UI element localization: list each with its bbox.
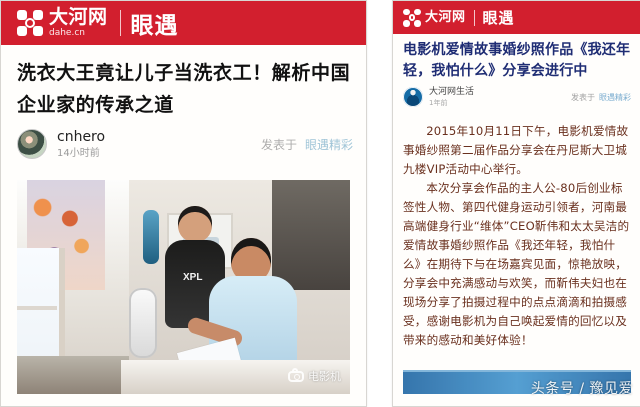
left-logo-icon — [17, 10, 43, 36]
right-author-meta: 大河网生活 1年前 — [429, 86, 475, 107]
right-article-card: 大河网 眼遇 电影机爱情故事婚纱照作品《我还年轻，我怕什么》分享会进行中 大河网… — [392, 0, 640, 407]
window-divider — [17, 306, 57, 310]
right-logo-icon — [403, 8, 421, 27]
left-author-name: cnhero — [57, 128, 106, 145]
left-author-time: 14小时前 — [57, 148, 100, 160]
left-column-name: 眼遇 — [130, 13, 179, 39]
left-brand-domain: dahe.cn — [49, 28, 85, 38]
left-hero-photo: XPL 电影机 — [17, 180, 350, 394]
right-publish-meta: 发表于 眼遇精彩 — [571, 92, 631, 103]
left-author-meta: cnhero 14小时前 — [57, 129, 105, 160]
right-brand-divider — [473, 9, 475, 26]
right-brand-text: 大河网 — [425, 11, 466, 24]
footer-watermark: 头条号 / 豫见爱 — [530, 381, 633, 397]
right-body-paragraph-2: 本次分享会作品的主人公-80后创业标签性人物、第四代健身运动引领者，河南最高端健… — [403, 181, 630, 347]
right-author-row: 大河网生活 1年前 发表于 眼遇精彩 — [403, 85, 631, 109]
left-publish-meta: 发表于 眼遇精彩 — [261, 136, 353, 153]
right-brand-name: 大河网 — [425, 10, 466, 25]
white-machine — [129, 288, 157, 358]
left-brand-text: 大河网 dahe.cn — [49, 8, 108, 38]
left-top-bar: 大河网 dahe.cn 眼遇 — [1, 1, 366, 45]
right-article-body: 2015年10月11日下午，电影机爱情故事婚纱照第二届作品分享会在丹尼斯大卫城九… — [403, 122, 631, 350]
left-photo-watermark: 电影机 — [288, 367, 341, 384]
left-article-title: 洗衣大王竟让儿子当洗衣工！解析中国企业家的传承之道 — [17, 62, 351, 116]
right-body-paragraph-1: 2015年10月11日下午，电影机爱情故事婚纱照第二届作品分享会在丹尼斯大卫城九… — [403, 124, 629, 176]
left-photo-watermark-text: 电影机 — [308, 370, 341, 383]
left-brand-group: 大河网 dahe.cn — [17, 8, 108, 38]
left-brand-name: 大河网 — [49, 6, 108, 28]
left-publish-link[interactable]: 眼遇精彩 — [305, 136, 353, 153]
left-author-row: cnhero 14小时前 发表于 眼遇精彩 — [17, 123, 355, 165]
standing-person-head — [178, 206, 212, 242]
screenshot-page: 大河网 dahe.cn 眼遇 洗衣大王竟让儿子当洗衣工！解析中国企业家的传承之道… — [0, 0, 640, 407]
right-avatar — [403, 87, 423, 107]
left-avatar — [17, 129, 47, 159]
right-brand-group: 大河网 — [403, 8, 466, 27]
right-article-title: 电影机爱情故事婚纱照作品《我还年轻，我怕什么》分享会进行中 — [403, 42, 631, 79]
left-brand-divider — [119, 10, 121, 36]
left-publish-prefix: 发表于 — [260, 137, 297, 152]
right-top-bar: 大河网 眼遇 — [393, 1, 640, 34]
window-ledge — [17, 356, 129, 394]
right-author-name: 大河网生活 — [429, 86, 475, 97]
right-publish-link[interactable]: 眼遇精彩 — [599, 92, 631, 103]
left-article-card: 大河网 dahe.cn 眼遇 洗衣大王竟让儿子当洗衣工！解析中国企业家的传承之道… — [0, 0, 367, 407]
camera-icon — [288, 367, 304, 382]
right-column-name: 眼遇 — [482, 9, 515, 27]
right-author-time: 1年前 — [429, 98, 448, 107]
blue-bottle — [143, 210, 159, 264]
right-publish-prefix: 发表于 — [571, 92, 595, 102]
